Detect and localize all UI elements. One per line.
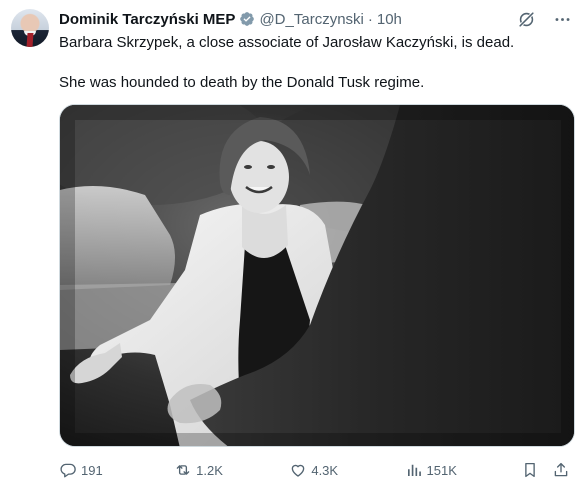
repost-button[interactable]: 1.2K xyxy=(174,461,289,479)
views-icon xyxy=(407,464,421,476)
grok-icon[interactable] xyxy=(516,9,536,29)
reply-icon xyxy=(60,463,76,478)
avatar[interactable] xyxy=(11,9,49,47)
tweet-text: Barbara Skrzypek, a close associate of J… xyxy=(59,33,572,93)
author-handle[interactable]: @D_Tarczynski xyxy=(259,11,363,28)
action-bar: 191 1.2K 4.3K 151K xyxy=(59,460,574,480)
tweet-header: Dominik Tarczyński MEP @D_Tarczynski · 1… xyxy=(59,10,402,28)
share-icon xyxy=(555,462,568,477)
more-icon[interactable] xyxy=(552,9,572,29)
bookmark-button[interactable] xyxy=(521,461,543,479)
top-right-actions xyxy=(516,9,572,29)
tweet-text-line-2: She was hounded to death by the Donald T… xyxy=(59,74,425,91)
tweet-time[interactable]: 10h xyxy=(377,11,402,28)
views-button[interactable]: 151K xyxy=(405,461,521,479)
tweet-text-line-1: Barbara Skrzypek, a close associate of J… xyxy=(59,34,515,51)
like-button[interactable]: 4.3K xyxy=(289,461,404,479)
like-count: 4.3K xyxy=(311,462,339,478)
author-name[interactable]: Dominik Tarczyński MEP xyxy=(59,11,235,28)
tweet-photo[interactable] xyxy=(59,104,575,447)
repost-icon xyxy=(176,465,190,475)
separator-dot: · xyxy=(367,10,373,28)
bookmark-icon xyxy=(524,462,535,478)
verified-badge-icon[interactable] xyxy=(239,11,255,27)
reply-button[interactable]: 191 xyxy=(59,461,174,479)
reply-count: 191 xyxy=(81,462,103,478)
tweet[interactable]: Dominik Tarczyński MEP @D_Tarczynski · 1… xyxy=(0,0,582,489)
like-icon xyxy=(292,464,305,477)
views-count: 151K xyxy=(426,462,457,478)
share-button[interactable] xyxy=(552,461,574,479)
repost-count: 1.2K xyxy=(196,462,223,478)
